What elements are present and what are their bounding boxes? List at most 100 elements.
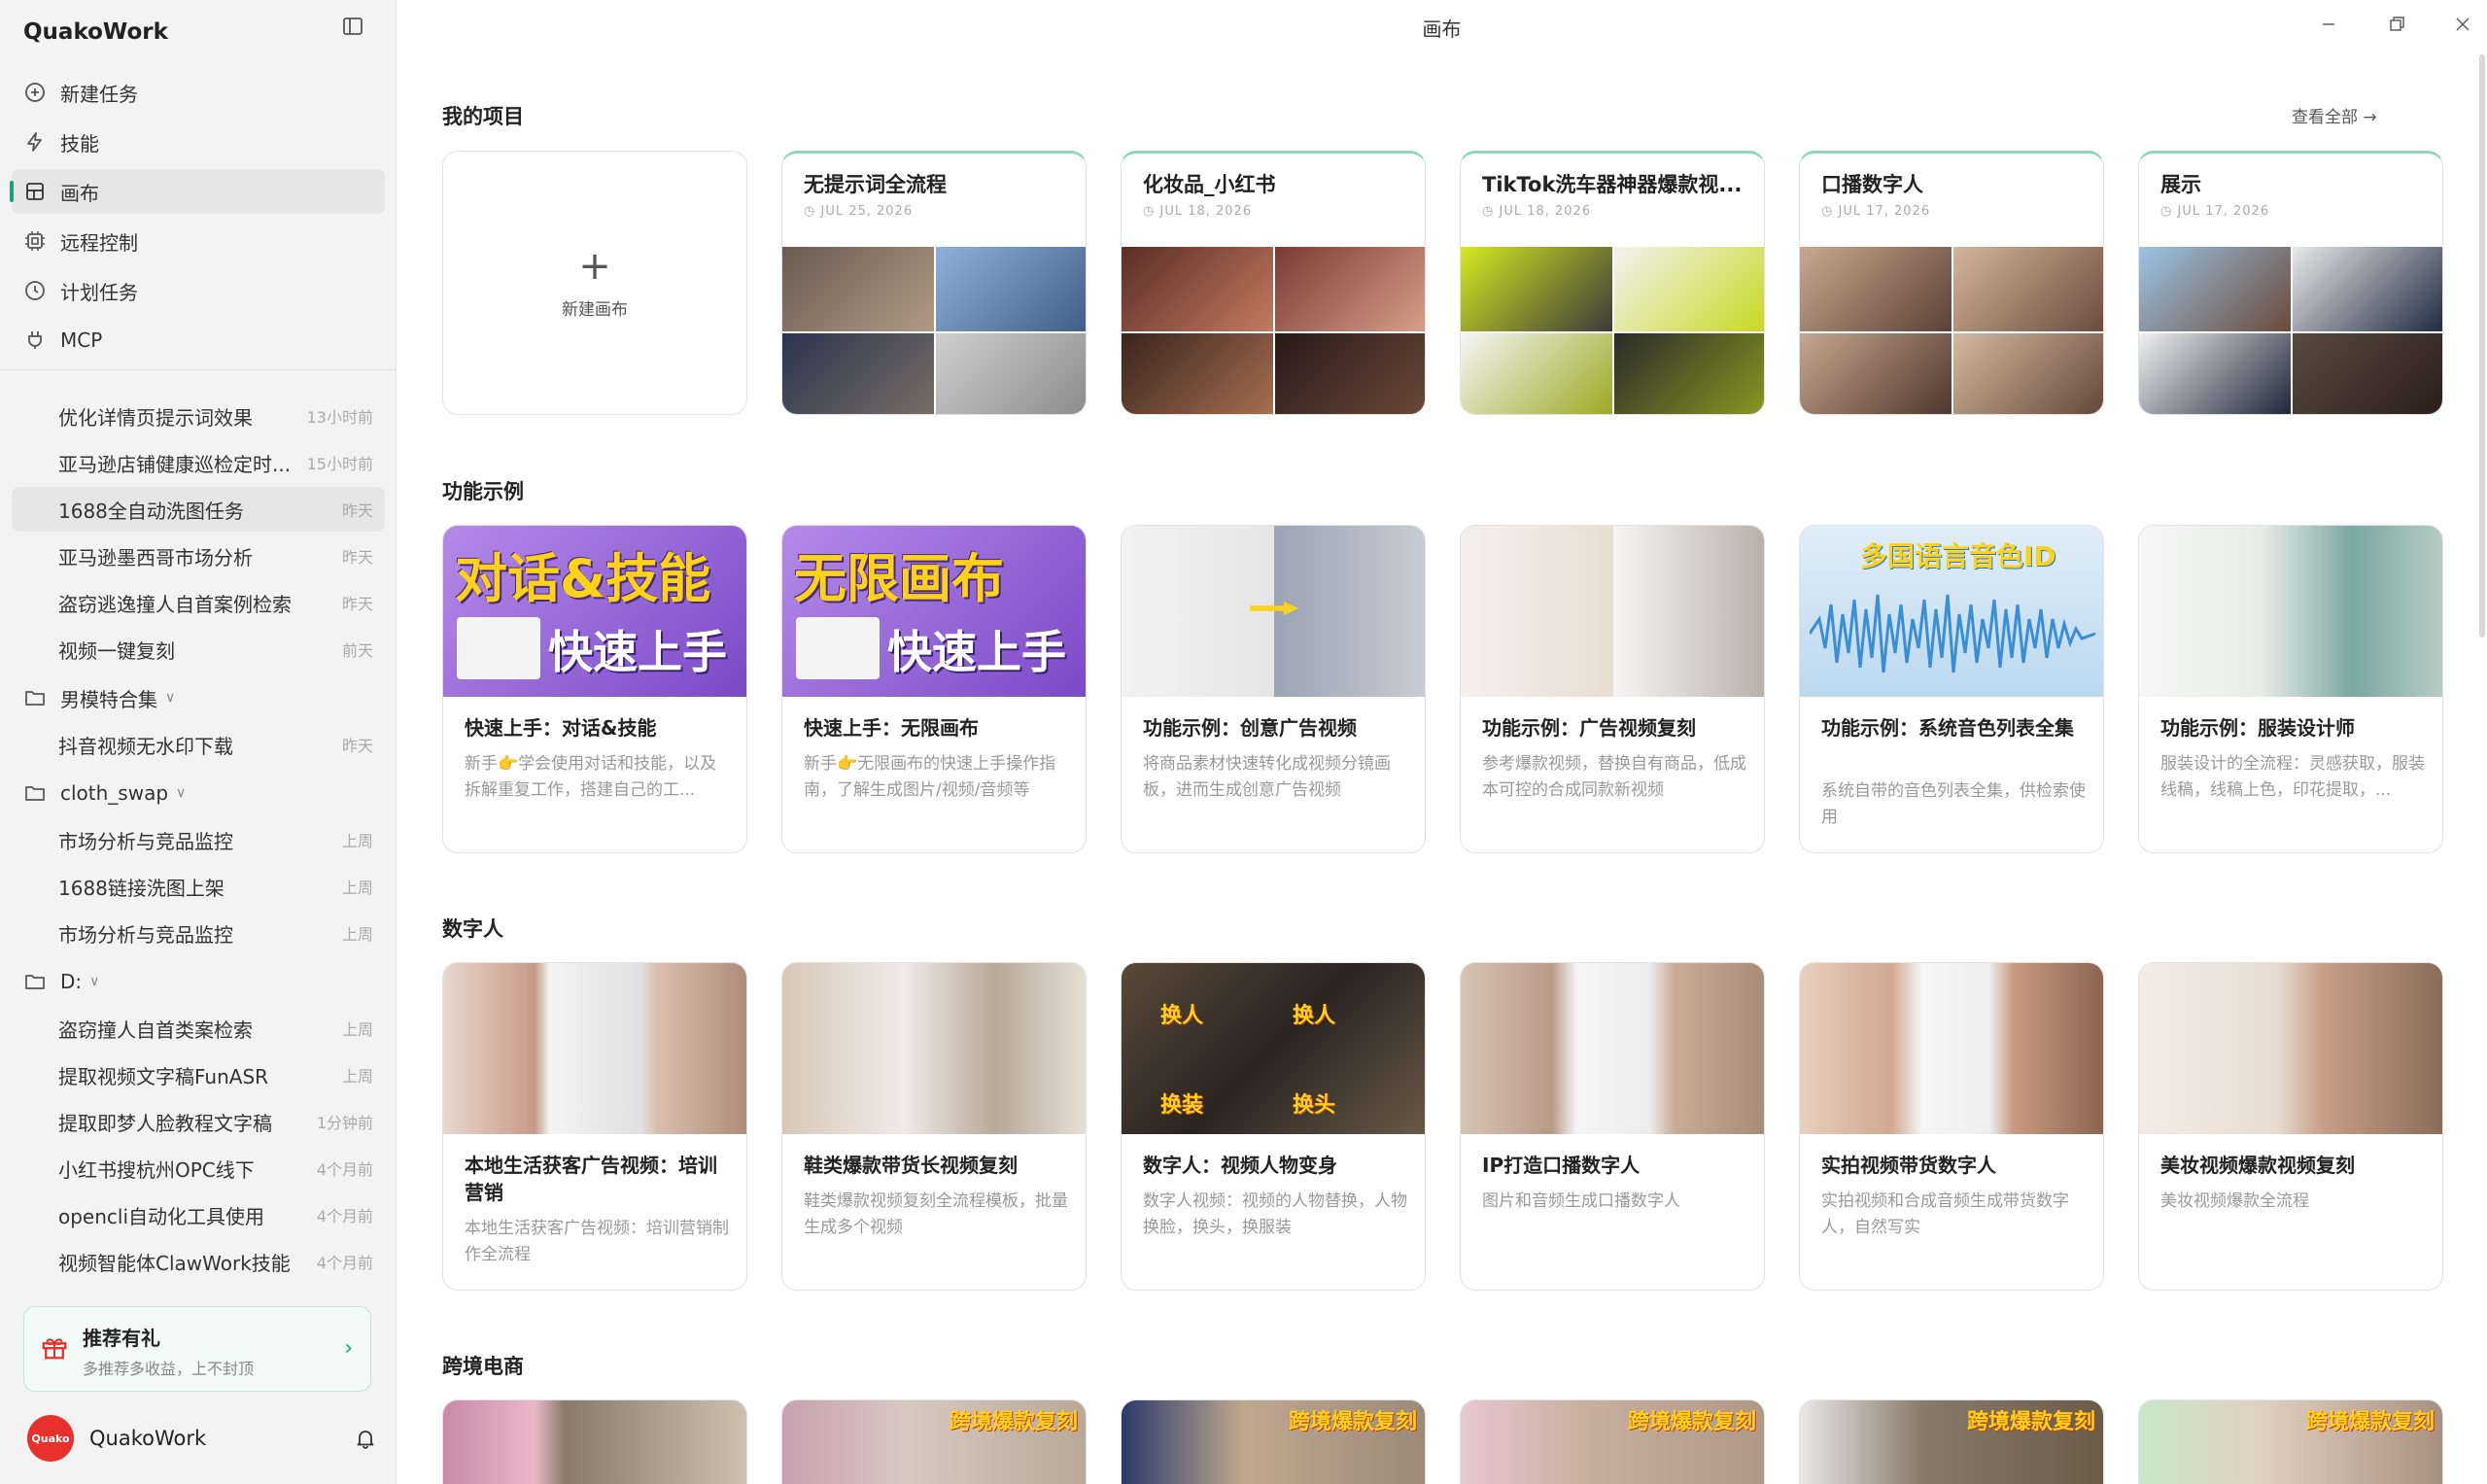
overlay-tag: 跨境爆款复刻: [1966, 1410, 2095, 1434]
feature-desc: 参考爆款视频，替换自有商品，低成本可控的合成同款新视频: [1482, 754, 1746, 800]
project-date-text: JUL 18, 2026: [1499, 204, 1592, 219]
project-date: ◷ JUL 25, 2026: [804, 204, 914, 219]
project-card[interactable]: 化妆品_小红书 ◷ JUL 18, 2026: [1121, 151, 1426, 415]
nav-new-task[interactable]: 新建任务: [12, 70, 385, 115]
history-group[interactable]: cloth_swap ∨: [12, 769, 385, 817]
feature-card[interactable]: 功能示例：创意广告视频 将商品素材快速转化成视频分镜画板，进而生成创意广告视频: [1121, 525, 1426, 853]
project-date: ◷ JUL 18, 2026: [1143, 204, 1253, 219]
feature-card[interactable]: 多国语言音色ID 功能示例：系统音色列表全集 系统自带的音色列表全集，供检索使用: [1799, 525, 2104, 853]
gift-icon: [42, 1338, 67, 1360]
digital-human-card[interactable]: 实拍视频带货数字人 实拍视频和合成音频生成带货数字人，自然写实: [1799, 962, 2104, 1291]
history-time: 15小时前: [306, 455, 373, 473]
bell-icon[interactable]: [354, 1427, 377, 1450]
nav-label: MCP: [60, 328, 103, 352]
feature-thumbnail: 对话&技能 快速上手: [443, 526, 746, 697]
digital-human-card[interactable]: 美妆视频爆款视频复刻 美妆视频爆款全流程: [2138, 962, 2443, 1291]
nav-skills[interactable]: 技能: [12, 120, 385, 164]
waveform-graphic: [1810, 594, 2095, 673]
nav-scheduled-tasks[interactable]: 计划任务: [12, 268, 385, 313]
user-profile[interactable]: Quako QuakoWork: [27, 1415, 377, 1462]
history-item[interactable]: 提取视频文字稿FunASR 上周: [12, 1053, 385, 1097]
promo-subtitle: 多推荐多收益，上不封顶: [83, 1360, 255, 1378]
project-title: 化妆品_小红书: [1143, 173, 1276, 196]
digital-human-card[interactable]: 本地生活获客广告视频：培训营销 本地生活获客广告视频：培训营销制作全流程: [442, 962, 747, 1291]
sidebar-toggle-icon[interactable]: [341, 15, 364, 38]
thumbnail-image: [1122, 333, 1273, 414]
history-time: 4个月前: [316, 1207, 373, 1225]
history-item[interactable]: 盗窃逃逸撞人自首案例检索 昨天: [12, 580, 385, 625]
project-card[interactable]: 口播数字人 ◷ JUL 17, 2026: [1799, 151, 2104, 415]
feature-thumbnail: [1461, 526, 1764, 697]
history-item[interactable]: 优化详情页提示词效果 13小时前: [12, 394, 385, 438]
feature-desc: 新手👉无限画布的快速上手操作指南，了解生成图片/视频/音频等: [804, 754, 1056, 800]
minimize-icon[interactable]: [2314, 10, 2343, 39]
crossborder-card[interactable]: [442, 1399, 747, 1484]
thumbnail-image: [1275, 247, 1425, 331]
overlay-tag: 换人: [1160, 1004, 1204, 1028]
history-item[interactable]: 小红书搜杭州OPC线下 4个月前: [12, 1146, 385, 1191]
thumbnail-image: [2139, 333, 2291, 414]
see-all-link[interactable]: 查看全部 →: [2292, 103, 2377, 127]
history-item[interactable]: 市场分析与竞品监控 上周: [12, 911, 385, 955]
history-item[interactable]: 市场分析与竞品监控 上周: [12, 817, 385, 862]
restore-icon[interactable]: [2382, 10, 2411, 39]
feature-card[interactable]: 无限画布 快速上手 快速上手：无限画布 新手👉无限画布的快速上手操作指南，了解生…: [781, 525, 1087, 853]
history-item[interactable]: 1688全自动洗图任务 昨天: [12, 487, 385, 532]
history-item[interactable]: 亚马逊墨西哥市场分析 昨天: [12, 534, 385, 578]
referral-promo[interactable]: 推荐有礼 多推荐多收益，上不封顶 ›: [23, 1306, 371, 1392]
history-item[interactable]: 亚马逊店铺健康巡检定时... 15小时前: [12, 440, 385, 485]
see-all-label: 查看全部: [2292, 108, 2358, 127]
history-item[interactable]: 抖音视频无水印下载 昨天: [12, 722, 385, 767]
history-group[interactable]: 男模特合集 ∨: [12, 673, 385, 722]
crossborder-card[interactable]: 跨境爆款复刻: [1799, 1399, 2104, 1484]
project-title: 展示: [2160, 173, 2201, 196]
feature-thumbnail: [2139, 526, 2442, 697]
digital-human-card[interactable]: 换人 换人 换装 换头 数字人：视频人物变身 数字人视频：视频的人物替换，人物换…: [1121, 962, 1426, 1291]
history-item[interactable]: 视频智能体ClawWork技能 4个月前: [12, 1239, 385, 1284]
thumbnail-image: [936, 247, 1086, 331]
feature-thumbnail: [443, 1400, 746, 1484]
screenshot-thumbnail: [457, 617, 540, 679]
thumbnail-image: [782, 247, 934, 331]
nav-canvas[interactable]: 画布: [10, 169, 385, 214]
history-item[interactable]: opencli自动化工具使用 4个月前: [12, 1192, 385, 1237]
chevron-down-icon: ∨: [176, 785, 187, 801]
nav-label: 技能: [60, 131, 99, 155]
crossborder-card[interactable]: 跨境爆款复刻: [1121, 1399, 1426, 1484]
new-canvas-card[interactable]: + 新建画布: [442, 151, 747, 415]
history-item[interactable]: 视频一键复刻 前天: [12, 627, 385, 672]
digital-human-card[interactable]: 鞋类爆款带货长视频复刻 鞋类爆款视频复刻全流程模板，批量生成多个视频: [781, 962, 1087, 1291]
history-group[interactable]: D: ∨: [12, 957, 385, 1006]
main-nav: 新建任务 技能 画布 远程控制 计划任务 MCP: [10, 70, 385, 367]
close-icon[interactable]: [2448, 10, 2477, 39]
feature-thumbnail: [443, 963, 746, 1134]
crossborder-card[interactable]: 跨境爆款复刻: [2138, 1399, 2443, 1484]
crossborder-card[interactable]: 跨境爆款复刻: [1460, 1399, 1765, 1484]
nav-mcp[interactable]: MCP: [12, 318, 385, 362]
feature-title: 鞋类爆款带货长视频复刻: [804, 1154, 1018, 1177]
project-card[interactable]: TikTok洗车器神器爆款视... ◷ JUL 18, 2026: [1460, 151, 1765, 415]
lightning-icon: [27, 132, 42, 152]
banner-text: 多国语言音色ID: [1860, 540, 2056, 572]
nav-remote-control[interactable]: 远程控制: [12, 219, 385, 263]
history-item[interactable]: 1688链接洗图上架 上周: [12, 864, 385, 909]
sidebar: QuakoWork 新建任务 技能 画布 远程控制 计划任务 MCP 优化详情页: [0, 0, 397, 1484]
feature-thumbnail: [2139, 963, 2442, 1134]
thumbnail-image: [782, 333, 934, 414]
feature-card[interactable]: 功能示例：服装设计师 服装设计的全流程：灵感获取，服装线稿，线稿上色，印花提取，…: [2138, 525, 2443, 853]
history-item[interactable]: 提取即梦人脸教程文字稿 1分钟前: [12, 1099, 385, 1144]
history-title: 抖音视频无水印下载: [58, 734, 233, 758]
feature-desc: 新手👉学会使用对话和技能，以及拆解重复工作，搭建自己的工...: [465, 754, 717, 800]
crossborder-card[interactable]: 跨境爆款复刻: [781, 1399, 1087, 1484]
feature-title: 快速上手：对话&技能: [465, 716, 657, 740]
history-item[interactable]: 盗窃撞人自首类案检索 上周: [12, 1006, 385, 1051]
scrollbar-thumb[interactable]: [2479, 54, 2485, 638]
history-title: 亚马逊墨西哥市场分析: [58, 545, 253, 569]
feature-card[interactable]: 功能示例：广告视频复刻 参考爆款视频，替换自有商品，低成本可控的合成同款新视频: [1460, 525, 1765, 853]
feature-card[interactable]: 对话&技能 快速上手 快速上手：对话&技能 新手👉学会使用对话和技能，以及拆解重…: [442, 525, 747, 853]
digital-human-card[interactable]: IP打造口播数字人 图片和音频生成口播数字人: [1460, 962, 1765, 1291]
project-card[interactable]: 展示 ◷ JUL 17, 2026: [2138, 151, 2443, 415]
project-card[interactable]: 无提示词全流程 ◷ JUL 25, 2026: [781, 151, 1087, 415]
overlay-tag: 跨境爆款复刻: [1627, 1410, 1756, 1434]
titlebar: 画布: [397, 0, 2487, 51]
